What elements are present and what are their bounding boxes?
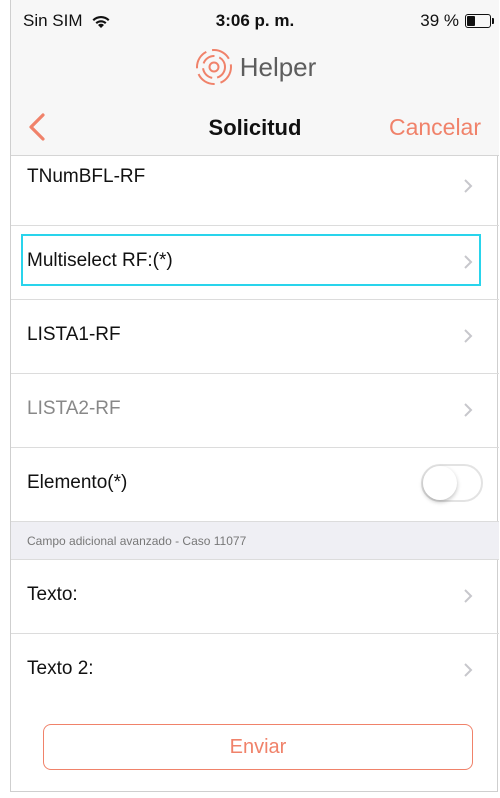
chevron-right-icon xyxy=(464,663,473,677)
phone-screen: Sin SIM 3:06 p. m. 39 % Helper Solicitud… xyxy=(10,0,499,792)
battery-fill xyxy=(467,16,475,26)
list-item-label: Multiselect RF:(*) xyxy=(27,250,173,271)
brand-header: Helper xyxy=(11,36,499,98)
submit-area: Enviar xyxy=(11,708,499,798)
section-header-label: Campo adicional avanzado - Caso 11077 xyxy=(27,534,247,548)
list-item-label: Texto: xyxy=(27,584,78,605)
chevron-right-icon xyxy=(464,179,473,193)
battery-icon xyxy=(465,14,494,28)
chevron-right-icon xyxy=(464,255,473,269)
list-item-tnumbfl[interactable]: TNumBFL-RF xyxy=(11,156,499,226)
navigation-bar: Solicitud Cancelar xyxy=(11,98,499,156)
list-item-label: TNumBFL-RF xyxy=(27,166,146,187)
toggle-knob xyxy=(423,466,457,500)
list-item-label: Texto 2: xyxy=(27,658,94,679)
list-item-lista2[interactable]: LISTA2-RF xyxy=(11,374,499,448)
cancel-button[interactable]: Cancelar xyxy=(389,114,481,141)
chevron-right-icon xyxy=(464,589,473,603)
section-header: Campo adicional avanzado - Caso 11077 xyxy=(11,522,499,560)
enviar-button[interactable]: Enviar xyxy=(43,724,473,770)
form-list: TNumBFL-RF Multiselect RF:(*) LISTA1-RF … xyxy=(11,156,499,798)
list-item-elemento: Elemento(*) xyxy=(11,448,499,522)
brand-name: Helper xyxy=(239,51,317,82)
list-item-texto[interactable]: Texto: xyxy=(11,560,499,634)
status-right: 39 % xyxy=(420,11,494,31)
list-item-texto-2[interactable]: Texto 2: xyxy=(11,634,499,708)
elemento-toggle[interactable] xyxy=(421,464,483,502)
list-item-lista1[interactable]: LISTA1-RF xyxy=(11,300,499,374)
list-item-label: LISTA1-RF xyxy=(27,324,121,345)
chevron-right-icon xyxy=(464,329,473,343)
chevron-right-icon xyxy=(464,403,473,417)
list-item-label: Elemento(*) xyxy=(27,472,128,493)
status-bar: Sin SIM 3:06 p. m. 39 % xyxy=(11,0,499,36)
list-item-multiselect[interactable]: Multiselect RF:(*) xyxy=(11,226,499,300)
helper-logo-icon xyxy=(195,49,232,85)
list-item-label: LISTA2-RF xyxy=(27,398,121,419)
battery-percent: 39 % xyxy=(420,11,459,30)
